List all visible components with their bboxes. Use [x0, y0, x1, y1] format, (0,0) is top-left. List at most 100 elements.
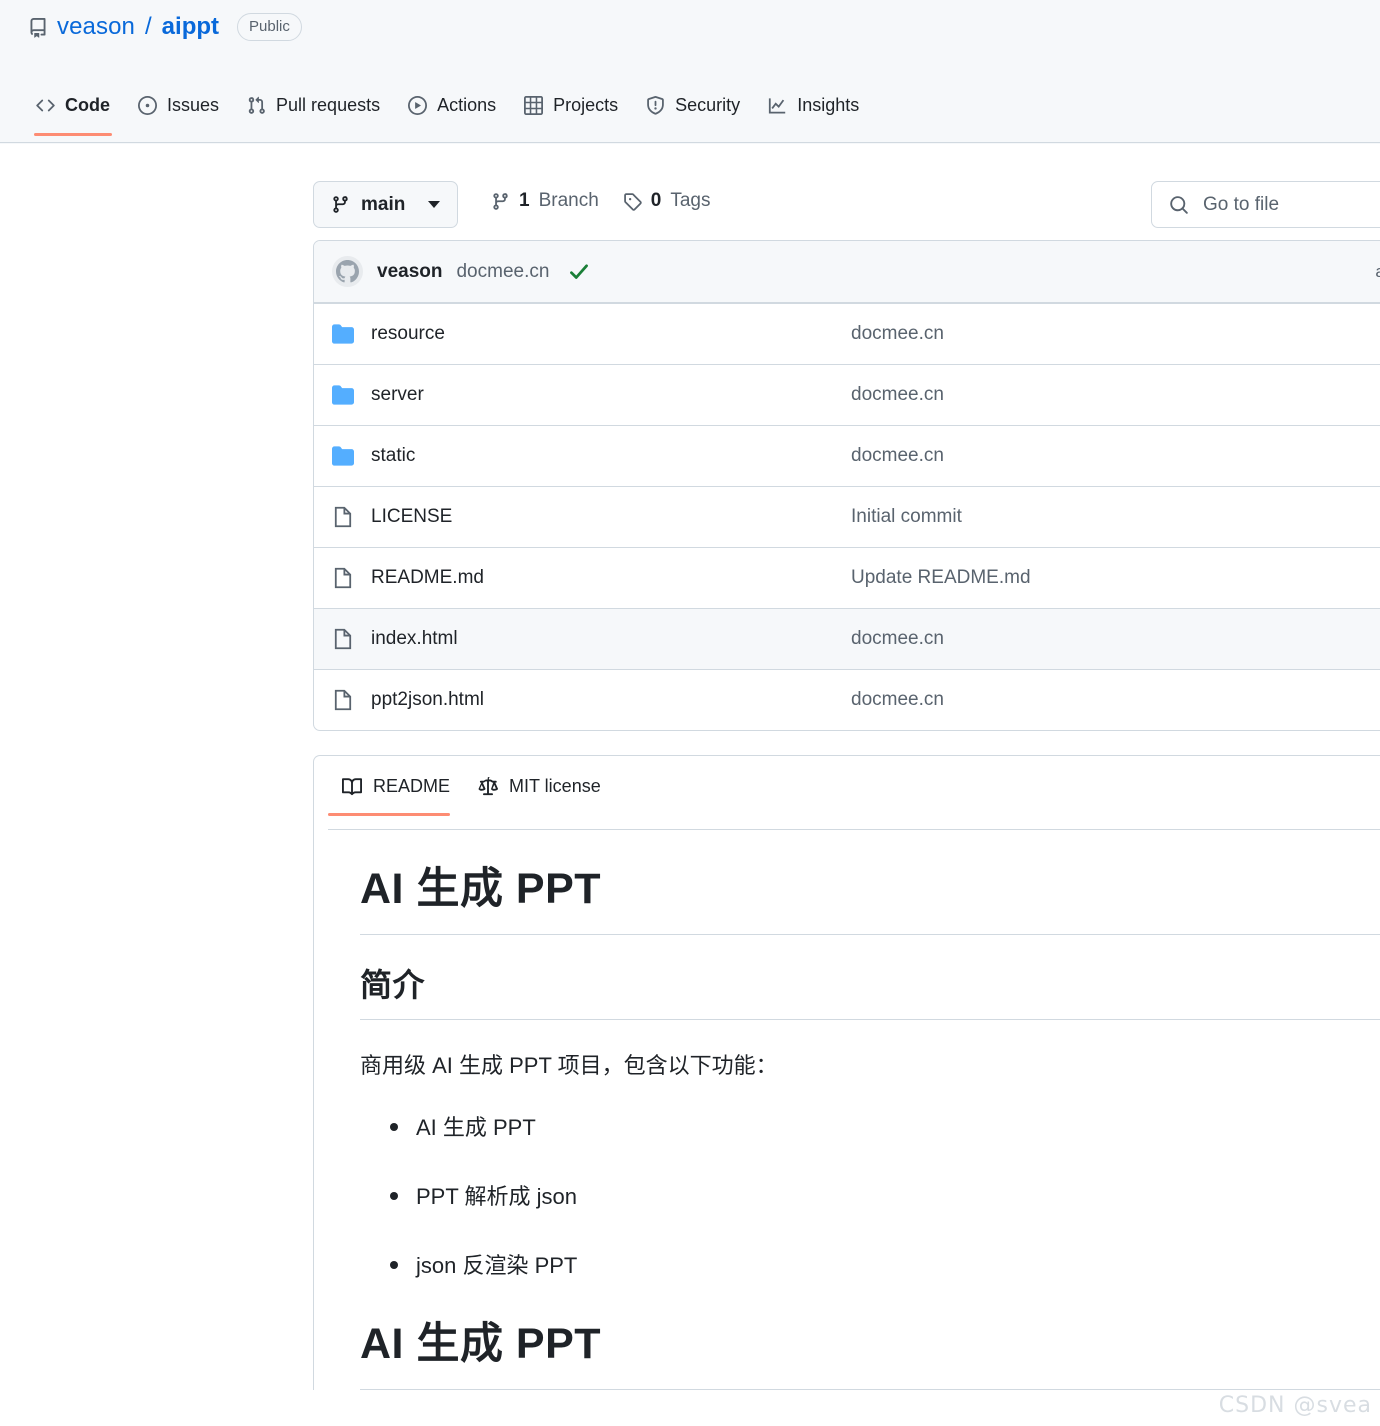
file-commit-message[interactable]: Initial commit	[851, 506, 962, 528]
tab-issues-label: Issues	[167, 95, 219, 116]
table-row[interactable]: README.md Update README.md	[314, 547, 1380, 608]
repo-name-link[interactable]: aippt	[162, 13, 219, 41]
tab-code-label: Code	[65, 95, 110, 116]
play-icon	[408, 96, 427, 115]
tab-insights[interactable]: Insights	[754, 90, 873, 136]
file-commit-message[interactable]: Update README.md	[851, 567, 1031, 589]
git-branch-icon	[331, 195, 350, 214]
repo-owner-link[interactable]: veason	[57, 13, 135, 41]
book-icon	[342, 777, 362, 797]
table-row[interactable]: static docmee.cn	[314, 425, 1380, 486]
search-icon	[1169, 195, 1189, 215]
graph-icon	[768, 96, 787, 115]
tag-count-label: Tags	[670, 190, 710, 212]
branch-count-label: Branch	[539, 190, 599, 212]
list-item: json 反渲染 PPT	[390, 1248, 1380, 1283]
visibility-badge: Public	[237, 13, 302, 41]
readme-content: AI 生成 PPT 简介 商用级 AI 生成 PPT 项目，包含以下功能： AI…	[314, 830, 1380, 1390]
commit-hash[interactable]: a2a27b5 ·	[1375, 262, 1380, 282]
table-icon	[524, 96, 543, 115]
file-name-link[interactable]: static	[371, 445, 851, 467]
branch-selector-button[interactable]: main	[313, 181, 458, 228]
go-to-file-placeholder: Go to file	[1203, 194, 1279, 216]
file-name-link[interactable]: LICENSE	[371, 506, 851, 528]
file-commit-message[interactable]: docmee.cn	[851, 445, 944, 467]
tab-mit-license[interactable]: MIT license	[464, 770, 615, 816]
github-avatar-icon	[332, 256, 363, 287]
shield-icon	[646, 96, 665, 115]
list-item: PPT 解析成 json	[390, 1179, 1380, 1214]
git-pull-request-icon	[247, 96, 266, 115]
readme-section-heading: 简介	[360, 965, 1380, 1021]
file-name-link[interactable]: ppt2json.html	[371, 689, 851, 711]
tab-pull-requests[interactable]: Pull requests	[233, 90, 394, 136]
table-row[interactable]: ppt2json.html docmee.cn	[314, 669, 1380, 730]
tab-security[interactable]: Security	[632, 90, 754, 136]
latest-commit-header: veason docmee.cn a2a27b5 ·	[314, 241, 1380, 303]
file-list-table: veason docmee.cn a2a27b5 · resource docm…	[313, 240, 1380, 731]
file-commit-message[interactable]: docmee.cn	[851, 323, 944, 345]
table-row[interactable]: index.html docmee.cn	[314, 608, 1380, 669]
readme-panel: README MIT license AI 生成 PPT 简介 商用级 AI 生…	[313, 755, 1380, 1390]
chevron-down-icon	[428, 201, 440, 208]
folder-icon	[332, 384, 371, 406]
file-name-link[interactable]: README.md	[371, 567, 851, 589]
tag-icon	[623, 192, 642, 211]
file-name-link[interactable]: server	[371, 384, 851, 406]
csdn-watermark: CSDN @svea	[1219, 1393, 1372, 1418]
file-commit-message[interactable]: docmee.cn	[851, 689, 944, 711]
folder-icon	[332, 323, 371, 345]
readme-title: AI 生成 PPT	[360, 862, 1380, 935]
file-icon	[332, 567, 371, 589]
file-icon	[332, 689, 371, 711]
breadcrumb: veason / aippt Public	[28, 13, 302, 41]
readme-intro-paragraph: 商用级 AI 生成 PPT 项目，包含以下功能：	[360, 1048, 1380, 1083]
tab-projects[interactable]: Projects	[510, 90, 632, 136]
branch-tag-counts: 1 Branch 0 Tags	[491, 190, 711, 212]
branch-count-value: 1	[519, 190, 530, 212]
issue-opened-icon	[138, 96, 157, 115]
repo-nav-tabs: Code Issues Pull requests Actions Projec	[22, 90, 873, 136]
branch-count[interactable]: 1 Branch	[491, 190, 599, 212]
readme-bottom-heading: AI 生成 PPT	[360, 1317, 1380, 1390]
table-row[interactable]: server docmee.cn	[314, 364, 1380, 425]
file-name-link[interactable]: resource	[371, 323, 851, 345]
tab-readme[interactable]: README	[328, 770, 464, 816]
repo-header: veason / aippt Public Code Issues Pull r…	[0, 0, 1380, 144]
tab-issues[interactable]: Issues	[124, 90, 233, 136]
go-to-file-search[interactable]: Go to file	[1151, 181, 1380, 228]
readme-tab-bar: README MIT license	[314, 756, 1380, 830]
file-icon	[332, 506, 371, 528]
tab-security-label: Security	[675, 95, 740, 116]
file-commit-message[interactable]: docmee.cn	[851, 628, 944, 650]
file-icon	[332, 628, 371, 650]
list-item: AI 生成 PPT	[390, 1110, 1380, 1145]
tab-mit-license-label: MIT license	[509, 776, 601, 797]
code-icon	[36, 96, 55, 115]
table-row[interactable]: LICENSE Initial commit	[314, 486, 1380, 547]
tab-code[interactable]: Code	[22, 90, 124, 136]
readme-feature-list: AI 生成 PPT PPT 解析成 json json 反渲染 PPT	[360, 1110, 1380, 1284]
law-icon	[478, 777, 498, 797]
folder-icon	[332, 445, 371, 467]
commit-author[interactable]: veason	[377, 261, 442, 283]
tab-insights-label: Insights	[797, 95, 859, 116]
tag-count-value: 0	[651, 190, 662, 212]
file-name-link[interactable]: index.html	[371, 628, 851, 650]
check-icon	[549, 261, 590, 283]
table-row[interactable]: resource docmee.cn	[314, 303, 1380, 364]
branch-toolbar: main 1 Branch 0 Tags Go	[313, 144, 1380, 240]
git-branch-icon	[491, 192, 510, 211]
tab-pull-requests-label: Pull requests	[276, 95, 380, 116]
breadcrumb-separator: /	[145, 13, 152, 41]
commit-message[interactable]: docmee.cn	[456, 261, 549, 283]
repo-main-content: main 1 Branch 0 Tags Go	[313, 144, 1380, 1390]
repo-icon	[28, 16, 48, 38]
tab-readme-label: README	[373, 776, 450, 797]
tab-projects-label: Projects	[553, 95, 618, 116]
tag-count[interactable]: 0 Tags	[623, 190, 711, 212]
tab-actions[interactable]: Actions	[394, 90, 510, 136]
current-branch-label: main	[361, 194, 405, 216]
file-commit-message[interactable]: docmee.cn	[851, 384, 944, 406]
tab-actions-label: Actions	[437, 95, 496, 116]
